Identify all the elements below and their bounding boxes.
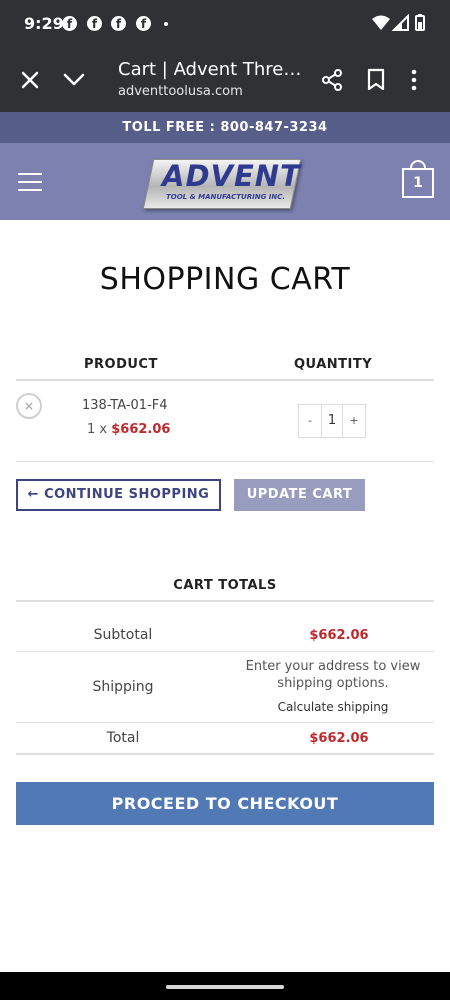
subtotal-value: $662.06 — [309, 628, 369, 643]
bookmark-icon[interactable] — [366, 68, 386, 96]
product-price: 1 x $662.06 — [87, 422, 170, 437]
logo-word: ADVENT — [162, 159, 301, 193]
shipping-note: Enter your address to view shipping opti… — [245, 659, 421, 691]
toll-free-bar[interactable]: TOLL FREE : 800-847-3234 — [0, 112, 450, 143]
column-header-quantity: QUANTITY — [294, 357, 373, 372]
qty-prefix: 1 x — [87, 422, 112, 437]
total-label: Total — [106, 730, 140, 746]
quantity-stepper: - 1 + — [298, 404, 366, 438]
home-gesture-handle[interactable] — [166, 985, 284, 989]
logo-subtitle: TOOL & MANUFACTURING INC. — [166, 193, 286, 201]
product-name-link[interactable]: 138-TA-01-F4 — [82, 398, 168, 413]
battery-icon — [415, 14, 425, 31]
site-logo[interactable]: ADVENT TOOL & MANUFACTURING INC. — [142, 155, 302, 211]
cart-count-badge: 1 — [402, 168, 434, 198]
browser-page-title: Cart | Advent Thre… — [118, 59, 302, 80]
close-icon[interactable] — [18, 68, 42, 96]
cart-totals-title: CART TOTALS — [173, 578, 277, 593]
shipping-label: Shipping — [92, 679, 154, 695]
system-navigation-bar — [0, 972, 450, 1000]
continue-shopping-button[interactable]: ← CONTINUE SHOPPING — [16, 479, 221, 511]
totals-divider — [16, 600, 434, 602]
quantity-input[interactable]: 1 — [321, 405, 343, 437]
signal-icon — [391, 13, 409, 31]
status-time: 9:29 — [24, 14, 64, 33]
table-header-divider — [16, 379, 434, 381]
row-divider — [16, 651, 434, 652]
calculate-shipping-link[interactable]: Calculate shipping — [238, 700, 428, 714]
chevron-down-icon[interactable] — [62, 70, 86, 94]
update-cart-button[interactable]: UPDATE CART — [234, 479, 365, 511]
more-options-icon[interactable] — [410, 68, 418, 96]
more-notifications-icon — [164, 22, 168, 26]
facebook-icon: f — [111, 16, 126, 31]
column-header-product: PRODUCT — [84, 357, 158, 372]
facebook-icon: f — [62, 16, 77, 31]
facebook-icon: f — [87, 16, 102, 31]
facebook-icon: f — [136, 16, 151, 31]
system-icons — [372, 13, 430, 36]
page-title: SHOPPING CART — [99, 262, 351, 297]
cart-icon[interactable]: 1 — [402, 160, 434, 198]
total-value: $662.06 — [309, 731, 369, 746]
wifi-icon — [372, 15, 390, 30]
status-bar: 9:29 f f f f — [0, 0, 450, 48]
remove-item-button[interactable]: × — [16, 393, 42, 419]
browser-toolbar: Cart | Advent Thre… adventtoolusa.com — [0, 48, 450, 112]
browser-url: adventtoolusa.com — [118, 84, 243, 99]
decrease-qty-button[interactable]: - — [299, 405, 321, 437]
proceed-to-checkout-button[interactable]: PROCEED TO CHECKOUT — [16, 782, 434, 825]
hamburger-menu-icon[interactable] — [18, 173, 42, 197]
totals-bottom-divider — [16, 753, 434, 755]
share-icon[interactable] — [320, 68, 344, 96]
row-divider — [16, 722, 434, 723]
row-divider — [16, 461, 434, 462]
site-header: ADVENT TOOL & MANUFACTURING INC. — [0, 143, 450, 220]
increase-qty-button[interactable]: + — [343, 405, 365, 437]
price-amount: $662.06 — [111, 422, 171, 437]
subtotal-label: Subtotal — [93, 627, 153, 643]
